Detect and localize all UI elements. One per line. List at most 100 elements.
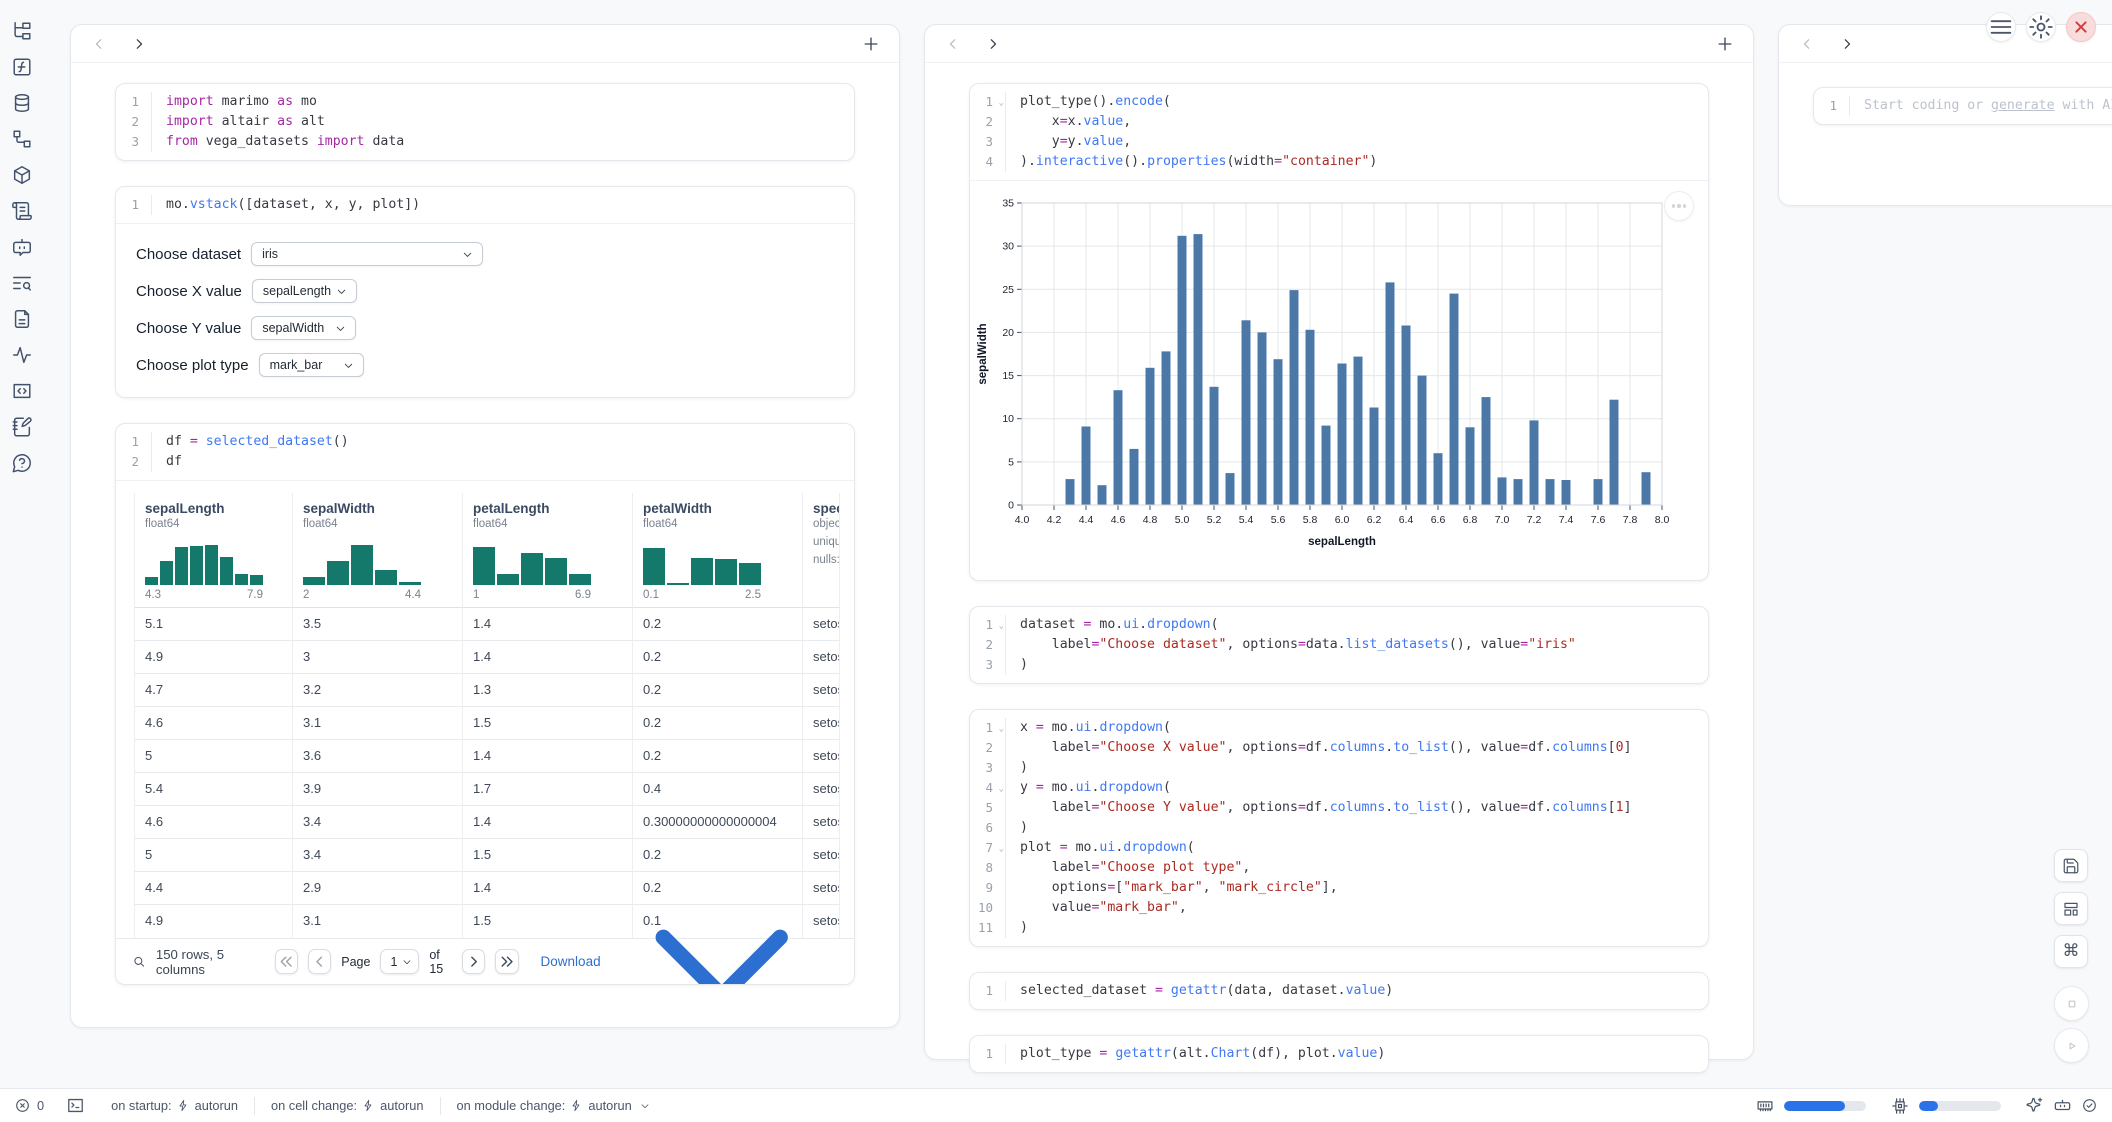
sidebar-workflow-button[interactable] — [11, 128, 33, 150]
search-icon[interactable] — [132, 953, 146, 970]
layout-icon — [2062, 900, 2080, 918]
gear-icon — [2027, 13, 2055, 41]
sidebar-activity-button[interactable] — [11, 344, 33, 366]
runtime-config-item[interactable]: on module change:autorun — [457, 1098, 651, 1113]
svg-text:5.0: 5.0 — [1175, 514, 1190, 526]
connection-status-icon[interactable] — [2081, 1097, 2098, 1114]
svg-text:sepalLength: sepalLength — [1308, 536, 1376, 548]
runtime-config-item[interactable]: on cell change:autorun — [271, 1098, 424, 1113]
add-cell-button[interactable] — [1715, 34, 1735, 54]
dropdown-controls: Choose datasetirisChoose X valuesepalLen… — [116, 224, 854, 397]
save-button[interactable] — [2054, 849, 2088, 882]
chevron-down-icon — [639, 1100, 651, 1112]
sidebar-file-tree-button[interactable] — [11, 20, 33, 42]
cell-imports[interactable]: 1import marimo as mo2import altair as al… — [115, 83, 855, 161]
ram-usage-bar — [1784, 1101, 1866, 1111]
download-button[interactable]: Download — [541, 845, 838, 985]
close-button[interactable] — [2066, 12, 2096, 42]
terminal-icon[interactable] — [66, 1096, 85, 1115]
first-page-button[interactable] — [275, 949, 298, 974]
add-cell-button[interactable] — [861, 34, 881, 54]
code-editor[interactable]: 1⌄dataset = mo.ui.dropdown(2 label="Choo… — [970, 607, 1708, 683]
history-forward-button[interactable] — [129, 34, 149, 54]
code-editor[interactable]: 1plot_type = getattr(alt.Chart(df), plot… — [970, 1036, 1708, 1072]
cell-plot-type[interactable]: 1plot_type = getattr(alt.Chart(df), plot… — [969, 1035, 1709, 1073]
sidebar-notebook-pen-button[interactable] — [11, 416, 33, 438]
cell-xy-plot-dropdowns[interactable]: 1⌄x = mo.ui.dropdown(2 label="Choose X v… — [969, 709, 1709, 947]
sidebar-help-bubble-button[interactable] — [11, 452, 33, 474]
history-forward-button[interactable] — [1837, 34, 1857, 54]
chevron-right-icon — [983, 34, 1003, 54]
last-page-button[interactable] — [495, 949, 518, 974]
dropdown-select[interactable]: sepalWidth — [251, 316, 356, 340]
command-icon: ⌘ — [2063, 943, 2080, 960]
history-back-button[interactable] — [1797, 34, 1817, 54]
cell-dataset-dropdown[interactable]: 1⌄dataset = mo.ui.dropdown(2 label="Choo… — [969, 606, 1709, 684]
settings-button[interactable] — [2026, 12, 2056, 42]
code-editor[interactable]: 1df = selected_dataset()2df — [116, 424, 854, 480]
cell-empty[interactable]: 1Start coding or generate with AI — [1813, 87, 2112, 125]
bot-message-icon — [11, 236, 33, 258]
sidebar-database-button[interactable] — [11, 92, 33, 114]
bolt-icon — [177, 1099, 190, 1112]
prev-page-button[interactable] — [308, 949, 331, 974]
sidebar-package-button[interactable] — [11, 164, 33, 186]
menu-button[interactable] — [1986, 12, 2016, 42]
code-editor[interactable]: 1mo.vstack([dataset, x, y, plot]) — [116, 187, 854, 223]
column-header[interactable]: petalLengthfloat6416.9 — [463, 493, 633, 608]
stop-button[interactable] — [2054, 986, 2089, 1021]
column-header[interactable]: speciesobjectunique:nulls: — [803, 493, 840, 608]
bar-chart[interactable]: 051015202530354.04.24.44.64.85.05.25.45.… — [972, 193, 1708, 570]
column-header[interactable]: sepalLengthfloat644.37.9 — [135, 493, 293, 608]
keyboard-shortcuts-button[interactable]: ⌘ — [2054, 935, 2088, 968]
code-editor[interactable]: 1⌄plot_type().encode(2 x=x.value,3 y=y.v… — [970, 84, 1708, 180]
layout-toggle-button[interactable] — [2054, 892, 2088, 925]
next-page-button[interactable] — [462, 949, 485, 974]
table-row: 5.13.51.40.2setosa — [135, 608, 840, 641]
ai-sparkles-icon[interactable] — [2025, 1096, 2044, 1115]
robot-icon[interactable] — [2053, 1096, 2072, 1115]
sidebar-function-square-button[interactable] — [11, 56, 33, 78]
sidebar — [0, 0, 44, 1086]
history-back-button[interactable] — [943, 34, 963, 54]
dropdown-select[interactable]: mark_bar — [259, 353, 364, 377]
sidebar-file-document-button[interactable] — [11, 308, 33, 330]
svg-text:7.8: 7.8 — [1623, 514, 1638, 526]
column-header[interactable]: sepalWidthfloat6424.4 — [293, 493, 463, 608]
history-back-button[interactable] — [89, 34, 109, 54]
package-icon — [11, 164, 33, 186]
sidebar-code-block-button[interactable] — [11, 380, 33, 402]
cell-output: Choose datasetirisChoose X valuesepalLen… — [116, 223, 854, 397]
cell-plot[interactable]: 1⌄plot_type().encode(2 x=x.value,3 y=y.v… — [969, 83, 1709, 581]
sidebar-scroll-text-button[interactable] — [11, 200, 33, 222]
runtime-config: on startup:autorun on cell change:autorun… — [111, 1097, 651, 1115]
bolt-icon — [362, 1099, 375, 1112]
workflow-icon — [11, 128, 33, 150]
cell-vstack[interactable]: 1mo.vstack([dataset, x, y, plot]) Choose… — [115, 186, 855, 398]
chart-more-options-button[interactable] — [1664, 191, 1694, 221]
cell-dataframe[interactable]: 1df = selected_dataset()2df sepalLengthf… — [115, 423, 855, 985]
errors-icon[interactable] — [14, 1097, 31, 1114]
svg-text:20: 20 — [1002, 327, 1014, 339]
cell-selected-dataset[interactable]: 1selected_dataset = getattr(data, datase… — [969, 972, 1709, 1010]
code-editor[interactable]: 1⌄x = mo.ui.dropdown(2 label="Choose X v… — [970, 710, 1708, 946]
dropdown-row: Choose X valuesepalLength — [136, 279, 832, 303]
runtime-config-item[interactable]: on startup:autorun — [111, 1098, 238, 1113]
svg-text:7.4: 7.4 — [1559, 514, 1574, 526]
chevron-right-icon — [463, 951, 484, 972]
activity-icon — [11, 344, 33, 366]
page-select[interactable]: 1 — [380, 949, 419, 974]
chevron-left-icon — [1797, 34, 1817, 54]
code-editor[interactable]: 1import marimo as mo2import altair as al… — [116, 84, 854, 160]
history-forward-button[interactable] — [983, 34, 1003, 54]
code-editor[interactable]: 1selected_dataset = getattr(data, datase… — [970, 973, 1708, 1009]
svg-text:4.2: 4.2 — [1047, 514, 1062, 526]
column-header[interactable]: petalWidthfloat640.12.5 — [633, 493, 803, 608]
dropdown-select[interactable]: iris — [251, 242, 483, 266]
sidebar-text-search-button[interactable] — [11, 272, 33, 294]
code-editor-placeholder[interactable]: 1Start coding or generate with AI — [1814, 88, 2112, 124]
cpu-icon — [1890, 1097, 1910, 1115]
sidebar-bot-message-button[interactable] — [11, 236, 33, 258]
dropdown-select[interactable]: sepalLength — [252, 279, 357, 303]
run-button[interactable] — [2054, 1028, 2089, 1063]
